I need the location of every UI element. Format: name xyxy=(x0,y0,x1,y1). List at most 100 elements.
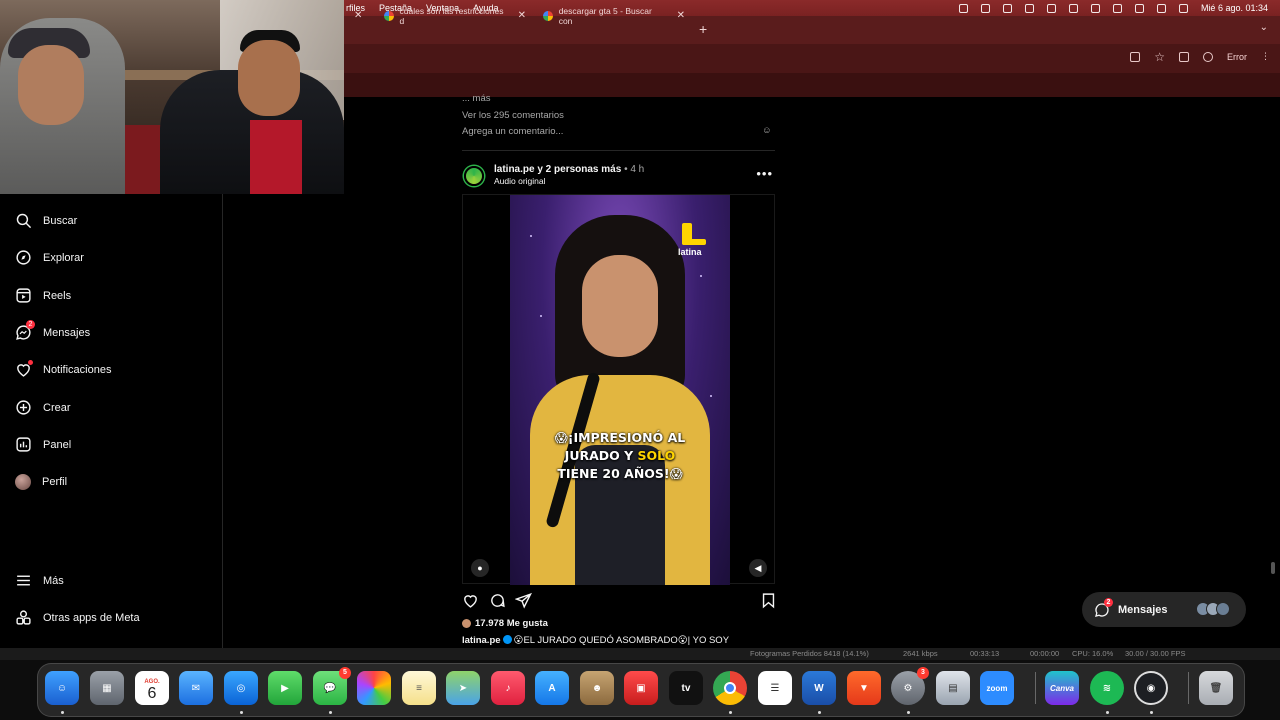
more-options-icon[interactable]: ••• xyxy=(756,166,773,181)
battery-icon[interactable] xyxy=(1112,3,1122,13)
reminders-icon[interactable]: ☰ xyxy=(758,671,792,705)
sidebar-item-explore[interactable]: Explorar xyxy=(15,249,84,266)
status-icon[interactable] xyxy=(958,3,968,13)
tab-search-chevron-icon[interactable]: ⌄ xyxy=(1260,22,1268,33)
error-button[interactable]: Error xyxy=(1227,52,1247,62)
safari-icon[interactable]: ◎ xyxy=(224,671,258,705)
sidebar-item-profile[interactable]: Perfil xyxy=(15,474,67,490)
likes-count[interactable]: 17.978 Me gusta xyxy=(462,618,548,629)
view-comments-link[interactable]: Ver los 295 comentarios xyxy=(462,110,564,121)
caption-text: 😮EL JURADO QUEDÓ ASOMBRADO😮| YO SOY xyxy=(513,635,730,646)
avatar[interactable] xyxy=(464,166,484,186)
comment-input[interactable]: Agrega un comentario... xyxy=(462,126,563,137)
like-heart-icon[interactable] xyxy=(462,592,479,609)
install-icon[interactable] xyxy=(1130,51,1141,62)
messages-pill-label: Mensajes xyxy=(1118,603,1168,616)
control-center-icon[interactable] xyxy=(1178,3,1188,13)
app-store-icon[interactable]: A xyxy=(535,671,569,705)
canva-icon[interactable]: Canva xyxy=(1045,671,1079,705)
music-icon[interactable]: ♪ xyxy=(491,671,525,705)
comment-icon[interactable] xyxy=(489,592,506,609)
post-username[interactable]: latina.pe y 2 personas más • 4 h xyxy=(494,164,644,175)
photos-icon[interactable] xyxy=(357,671,391,705)
google-icon xyxy=(384,10,394,21)
audio-label[interactable]: Audio original xyxy=(494,176,546,186)
save-bookmark-icon[interactable] xyxy=(760,592,777,609)
google-icon xyxy=(543,10,553,21)
sidebar-item-label: Mensajes xyxy=(43,326,91,339)
star-icon[interactable]: ☆ xyxy=(1154,51,1165,63)
sidebar-item-more[interactable]: Más xyxy=(15,572,64,589)
calendar-icon[interactable]: AGO. 6 xyxy=(135,671,169,705)
trash-icon[interactable]: 🗑 xyxy=(1199,671,1233,705)
photo-booth-icon[interactable]: ▣ xyxy=(624,671,658,705)
sidebar-item-panel[interactable]: Panel xyxy=(15,436,71,453)
new-tab-button[interactable]: + xyxy=(699,21,707,37)
latina-logo: latina xyxy=(678,223,708,259)
spotify-icon[interactable]: ≋ xyxy=(1090,671,1124,705)
likes-text[interactable]: 17.978 Me gusta xyxy=(475,618,548,629)
clock[interactable]: Mié 6 ago. 01:34 xyxy=(1201,3,1268,13)
display-icon[interactable] xyxy=(1024,3,1034,13)
sidebar-item-create[interactable]: Crear xyxy=(15,399,71,416)
volume-icon[interactable]: ◀ xyxy=(749,559,767,577)
word-icon[interactable]: W xyxy=(802,671,836,705)
tab-close-prev[interactable]: ✕ xyxy=(340,3,370,28)
play-icon[interactable] xyxy=(1068,3,1078,13)
mail-icon[interactable]: ✉ xyxy=(179,671,213,705)
more-link[interactable]: ... más xyxy=(462,93,491,104)
messages-icon[interactable]: 💬 5 xyxy=(313,667,351,705)
kebab-menu-icon[interactable]: ⋮ xyxy=(1261,51,1270,62)
calendar-day: 6 xyxy=(147,685,157,702)
reading-list-icon[interactable] xyxy=(1179,51,1189,62)
cloud-icon[interactable] xyxy=(1002,3,1012,13)
maps-icon[interactable]: ➤ xyxy=(446,671,480,705)
recording-icon[interactable] xyxy=(980,3,990,13)
sidebar-item-label: Explorar xyxy=(43,251,84,264)
close-icon[interactable]: ✕ xyxy=(677,10,685,21)
obs-icon[interactable]: ◉ xyxy=(1134,671,1168,705)
share-icon[interactable] xyxy=(515,592,532,609)
tab-restrictions[interactable]: cuales son las restricciones d ✕ xyxy=(376,3,534,28)
username-text[interactable]: latina.pe y 2 personas más xyxy=(494,164,621,175)
running-indicator xyxy=(240,711,243,714)
sidebar-item-messages[interactable]: 2 Mensajes xyxy=(15,320,91,341)
sidebar-item-search[interactable]: Buscar xyxy=(15,212,77,229)
close-icon[interactable]: ✕ xyxy=(518,10,526,21)
post-header: latina.pe y 2 personas más • 4 h Audio o… xyxy=(462,162,775,188)
facetime-icon[interactable]: ▶ xyxy=(268,671,302,705)
reel-video[interactable]: latina 😱¡IMPRESIONÓ AL JURADO Y SOLO TIE… xyxy=(510,195,730,585)
sidebar-item-meta-apps[interactable]: Otras apps de Meta xyxy=(15,609,140,626)
zoom-icon[interactable]: zoom xyxy=(980,671,1014,705)
apple-tv-icon[interactable]: tv xyxy=(669,671,703,705)
avatar xyxy=(1196,602,1230,616)
close-icon[interactable]: ✕ xyxy=(354,10,362,21)
sidebar-item-notifications[interactable]: Notificaciones xyxy=(15,360,111,378)
running-indicator xyxy=(729,711,732,714)
finder-icon[interactable]: ☺ xyxy=(45,671,79,705)
brave-icon[interactable]: ▼ xyxy=(847,671,881,705)
bluetooth-icon[interactable] xyxy=(1090,3,1100,13)
contacts-icon[interactable]: ☻ xyxy=(580,671,614,705)
emoji-icon[interactable]: ☺ xyxy=(762,125,772,136)
post-media[interactable]: latina 😱¡IMPRESIONÓ AL JURADO Y SOLO TIE… xyxy=(462,194,775,585)
webcam-overlay xyxy=(0,0,344,194)
tagged-user-icon[interactable]: ● xyxy=(471,559,489,577)
launchpad-icon[interactable]: ▦ xyxy=(90,671,124,705)
tab-gta[interactable]: descargar gta 5 - Buscar con ✕ xyxy=(535,3,693,28)
wifi-icon[interactable] xyxy=(1156,3,1166,13)
scrollbar[interactable] xyxy=(1271,562,1275,574)
sidebar-item-reels[interactable]: Reels xyxy=(15,287,71,304)
chrome-icon[interactable] xyxy=(713,671,747,705)
volume-icon[interactable] xyxy=(1046,3,1056,13)
notes-icon[interactable]: ≡ xyxy=(402,671,436,705)
profile-icon[interactable] xyxy=(1203,51,1213,62)
search-icon[interactable] xyxy=(1134,3,1144,13)
messages-pill[interactable]: 2 Mensajes xyxy=(1082,592,1246,627)
running-indicator xyxy=(329,711,332,714)
system-settings-icon[interactable]: ⚙ 3 xyxy=(891,667,929,705)
preview-icon[interactable]: ▤ xyxy=(936,671,970,705)
messages-badge: 2 xyxy=(26,320,35,329)
caption-username[interactable]: latina.pe xyxy=(462,635,501,646)
bitrate: 2641 kbps xyxy=(903,649,938,658)
